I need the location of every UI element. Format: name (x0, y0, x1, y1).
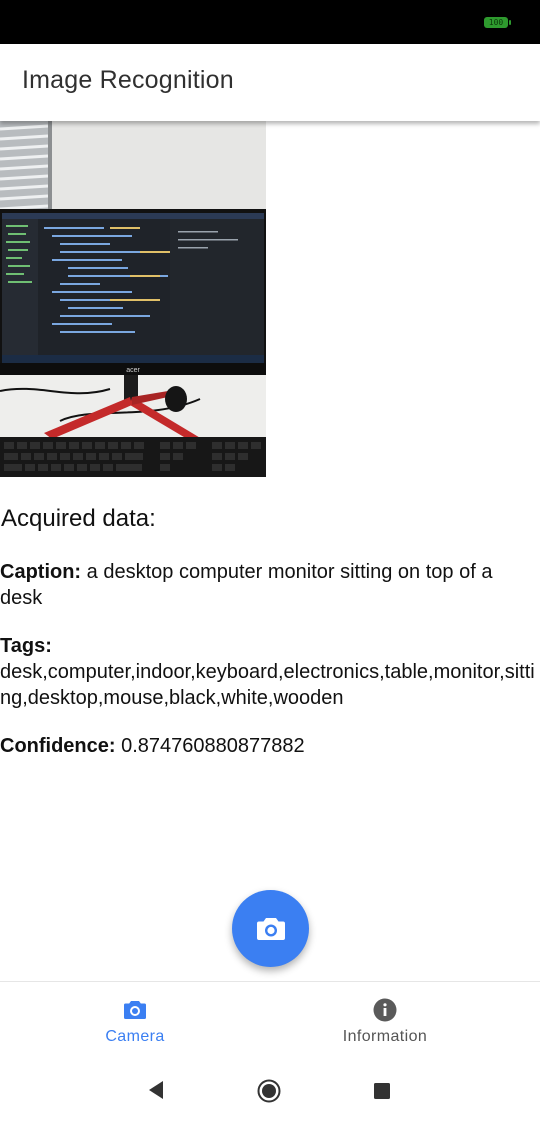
app-bar: Image Recognition (0, 44, 540, 121)
camera-icon (124, 1001, 146, 1019)
caption-row: Caption: a desktop computer monitor sitt… (0, 559, 540, 611)
confidence-value: 0.874760880877882 (121, 735, 305, 757)
results-heading: Acquired data: (1, 505, 156, 532)
captured-photo: acer (0, 121, 266, 477)
nav-item-information[interactable]: Information (270, 982, 500, 1062)
confidence-row: Confidence: 0.874760880877882 (0, 733, 540, 759)
nav-item-camera[interactable]: Camera (20, 982, 250, 1062)
bottom-navigation: Camera Information (0, 981, 540, 1062)
tags-row: Tags: desk,computer,indoor,keyboard,elec… (0, 633, 540, 711)
tags-label: Tags: (0, 635, 52, 657)
home-icon[interactable] (257, 1079, 281, 1103)
svg-text:acer: acer (126, 367, 140, 374)
capture-photo-button[interactable] (232, 890, 309, 967)
status-bar: 100 (0, 0, 540, 44)
nav-label-camera: Camera (105, 1028, 165, 1045)
results-panel: Acquired data: Caption: a desktop comput… (0, 505, 540, 781)
nav-label-information: Information (342, 1028, 428, 1045)
info-icon (373, 998, 397, 1022)
confidence-label: Confidence: (0, 735, 116, 757)
caption-label: Caption: (0, 561, 82, 583)
page-title: Image Recognition (22, 66, 234, 94)
photo-illustration: acer (0, 121, 266, 477)
back-icon[interactable] (146, 1079, 166, 1101)
tags-value: desk,computer,indoor,keyboard,electronic… (0, 661, 535, 709)
camera-icon (257, 918, 285, 940)
recents-icon[interactable] (373, 1082, 391, 1100)
system-navigation-bar (0, 1061, 540, 1123)
battery-icon: 100 (484, 17, 511, 28)
